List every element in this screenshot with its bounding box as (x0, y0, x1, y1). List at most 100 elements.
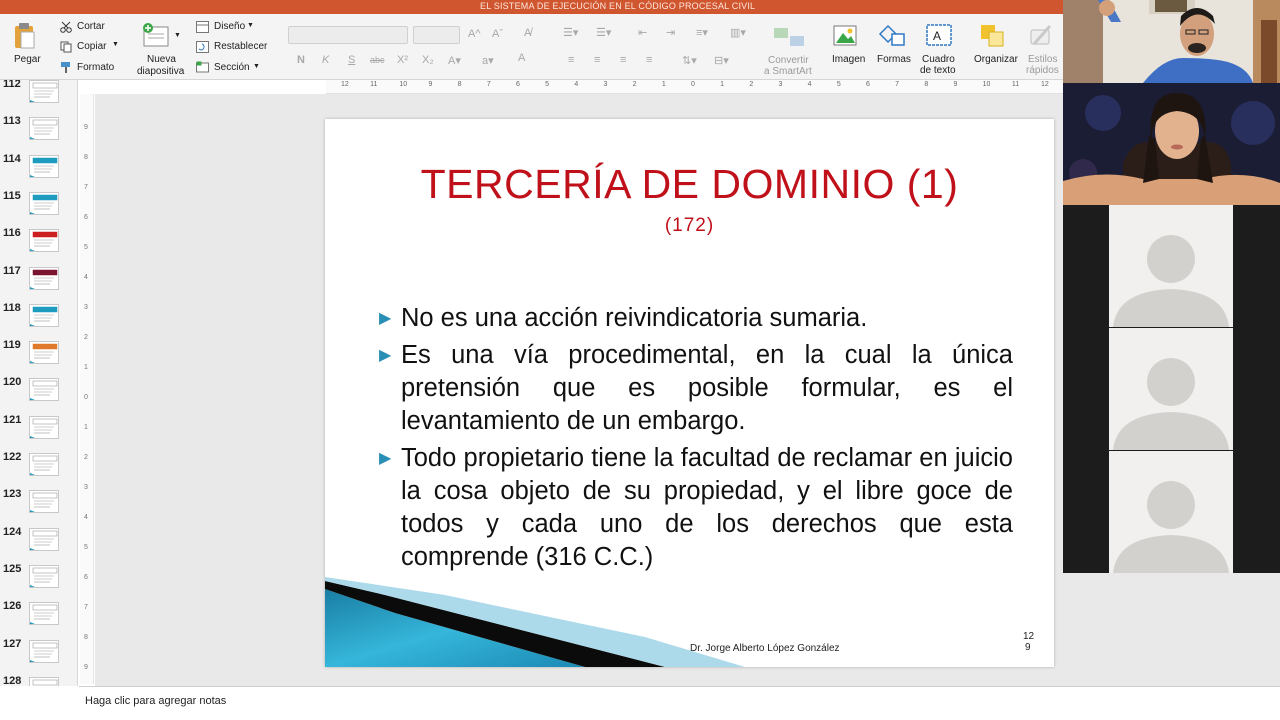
slide-thumbnail-image[interactable] (29, 676, 59, 686)
notes-placeholder[interactable]: Haga clic para agregar notas (85, 695, 226, 707)
slide-thumbnail[interactable]: 115 (0, 190, 77, 226)
slide-thumbnail[interactable]: 126 (0, 600, 77, 636)
vertical-ruler[interactable]: 9 8 7 6 5 4 3 2 1 0 1 2 3 4 5 6 7 8 9 (80, 94, 94, 684)
convert-smartart-label-1[interactable]: Convertir (768, 55, 809, 66)
slide-thumbnail-image[interactable] (29, 639, 59, 663)
section-button[interactable]: Sección (214, 62, 250, 73)
horizontal-ruler[interactable]: 12 11 10 9 8 7 6 5 4 3 2 1 0 1 2 3 4 5 6 7 8 9 10 11 12 (326, 80, 1063, 94)
shrink-font-icon[interactable]: Aˇ (492, 28, 503, 40)
smartart-icon[interactable] (772, 24, 806, 50)
text-effects-icon[interactable]: A▾ (448, 54, 461, 67)
textbox-icon[interactable]: A (926, 24, 952, 48)
line-spacing-icon[interactable]: ≡▾ (696, 26, 708, 39)
slide-thumbnail-image[interactable] (29, 564, 59, 588)
slide-title[interactable]: TERCERÍA DE DOMINIO (1) (325, 161, 1054, 208)
notes-pane[interactable]: Haga clic para agregar notas (79, 686, 1280, 720)
decrease-indent-icon[interactable]: ⇤ (638, 26, 647, 39)
insert-shapes-button[interactable]: Formas (877, 54, 911, 65)
slide-thumbnail-image[interactable] (29, 266, 59, 290)
current-slide[interactable]: TERCERÍA DE DOMINIO (1) (172) ▶ No es una… (325, 119, 1054, 667)
participant-video-1[interactable] (1063, 0, 1280, 83)
bold-icon[interactable]: N (297, 54, 305, 66)
align-text-icon[interactable]: ⊟▾ (714, 54, 729, 67)
format-painter-button[interactable]: Formato (77, 62, 114, 73)
slide-thumbnail-image[interactable] (29, 191, 59, 215)
textbox-label-1[interactable]: Cuadro (922, 54, 955, 65)
clear-format-icon[interactable]: A̸ (524, 27, 531, 39)
slide-bullet-list[interactable]: ▶ No es una acción reivindicatoria sumari… (379, 302, 1013, 578)
paste-button[interactable]: Pegar (14, 54, 41, 65)
layout-dropdown-icon[interactable]: ▼ (247, 22, 254, 29)
arrange-icon[interactable] (980, 24, 1006, 48)
bullet-item[interactable]: ▶ Es una vía procedimental, en la cual la… (379, 339, 1013, 438)
slide-thumbnail-image[interactable] (29, 453, 59, 476)
slide-thumbnail-image[interactable] (29, 415, 59, 439)
slide-thumbnail[interactable]: 125 (0, 563, 77, 599)
slide-thumbnail[interactable]: 114 (0, 153, 77, 189)
slide-thumbnail[interactable]: 122 (0, 451, 77, 487)
paste-icon[interactable] (12, 22, 36, 50)
copy-button[interactable]: Copiar (77, 41, 106, 52)
slide-thumbnail-image[interactable] (29, 154, 59, 178)
align-right-icon[interactable]: ≡ (620, 54, 626, 66)
highlight-icon[interactable]: a▾ (482, 54, 494, 67)
increase-indent-icon[interactable]: ⇥ (666, 26, 675, 39)
layout-button[interactable]: Diseño (214, 21, 245, 32)
strikethrough-icon[interactable]: abc (370, 55, 385, 65)
quick-styles-icon[interactable] (1028, 24, 1054, 48)
slide-thumbnail[interactable]: 112 (0, 80, 77, 114)
slide-thumbnail[interactable]: 119 (0, 339, 77, 375)
grow-font-icon[interactable]: A^ (468, 28, 481, 40)
align-left-icon[interactable]: ≡ (568, 54, 574, 66)
slide-thumbnail[interactable]: 121 (0, 414, 77, 450)
section-dropdown-icon[interactable]: ▼ (253, 63, 260, 70)
quick-styles-label-2[interactable]: rápidos (1026, 65, 1059, 76)
superscript-icon[interactable]: X² (397, 54, 408, 66)
subscript-icon[interactable]: X₂ (422, 54, 434, 66)
new-slide-label-2[interactable]: diapositiva (137, 66, 184, 77)
slide-thumbnail[interactable]: 123 (0, 488, 77, 524)
participant-video-2[interactable] (1063, 83, 1280, 205)
insert-image-button[interactable]: Imagen (832, 54, 865, 65)
reset-button[interactable]: Restablecer (214, 41, 267, 52)
slide-subtitle[interactable]: (172) (325, 215, 1054, 237)
textbox-label-2[interactable]: de texto (920, 65, 956, 76)
italic-icon[interactable]: K (322, 54, 329, 66)
cut-button[interactable]: Cortar (77, 21, 105, 32)
font-size-select[interactable] (413, 26, 460, 44)
shapes-icon[interactable] (878, 24, 908, 48)
slide-thumbnail[interactable]: 127 (0, 638, 77, 674)
slide-thumbnail-image[interactable] (29, 527, 59, 551)
align-center-icon[interactable]: ≡ (594, 54, 600, 66)
slide-thumbnail[interactable]: 120 (0, 376, 77, 412)
text-direction-icon[interactable]: ⇅▾ (682, 54, 697, 67)
font-family-select[interactable] (288, 26, 408, 44)
columns-icon[interactable]: ▥▾ (730, 26, 746, 39)
slide-thumbnail-image[interactable] (29, 378, 59, 402)
new-slide-icon[interactable] (142, 22, 170, 48)
participant-avatar-3[interactable] (1109, 451, 1233, 573)
arrange-button[interactable]: Organizar (974, 54, 1018, 65)
slide-thumbnail-image[interactable] (29, 117, 59, 141)
participant-avatar-2[interactable] (1109, 328, 1233, 450)
quick-styles-label-1[interactable]: Estilos (1028, 54, 1057, 65)
font-color-icon[interactable]: A (518, 52, 525, 64)
slide-thumbnail[interactable]: 116 (0, 227, 77, 263)
slide-thumbnail-image[interactable] (29, 303, 59, 327)
justify-icon[interactable]: ≡ (646, 54, 652, 66)
slide-thumbnail[interactable]: 117 (0, 265, 77, 301)
new-slide-label-1[interactable]: Nueva (147, 54, 176, 65)
slide-thumbnail[interactable]: 113 (0, 115, 77, 151)
slide-thumbnail-image[interactable] (29, 341, 59, 365)
new-slide-dropdown-icon[interactable]: ▼ (174, 32, 181, 39)
copy-dropdown-icon[interactable]: ▼ (112, 41, 119, 48)
slide-thumbnail[interactable]: 118 (0, 302, 77, 338)
convert-smartart-label-2[interactable]: a SmartArt (764, 66, 812, 77)
bullet-item[interactable]: ▶ No es una acción reivindicatoria sumari… (379, 302, 1013, 335)
slide-thumbnail[interactable]: 128 (0, 675, 77, 686)
underline-icon[interactable]: S (348, 54, 355, 66)
slide-thumbnail-image[interactable] (29, 229, 59, 253)
participant-avatar-1[interactable] (1109, 205, 1233, 327)
numbering-icon[interactable]: ☰▾ (596, 26, 611, 39)
slide-thumbnail[interactable]: 124 (0, 526, 77, 562)
